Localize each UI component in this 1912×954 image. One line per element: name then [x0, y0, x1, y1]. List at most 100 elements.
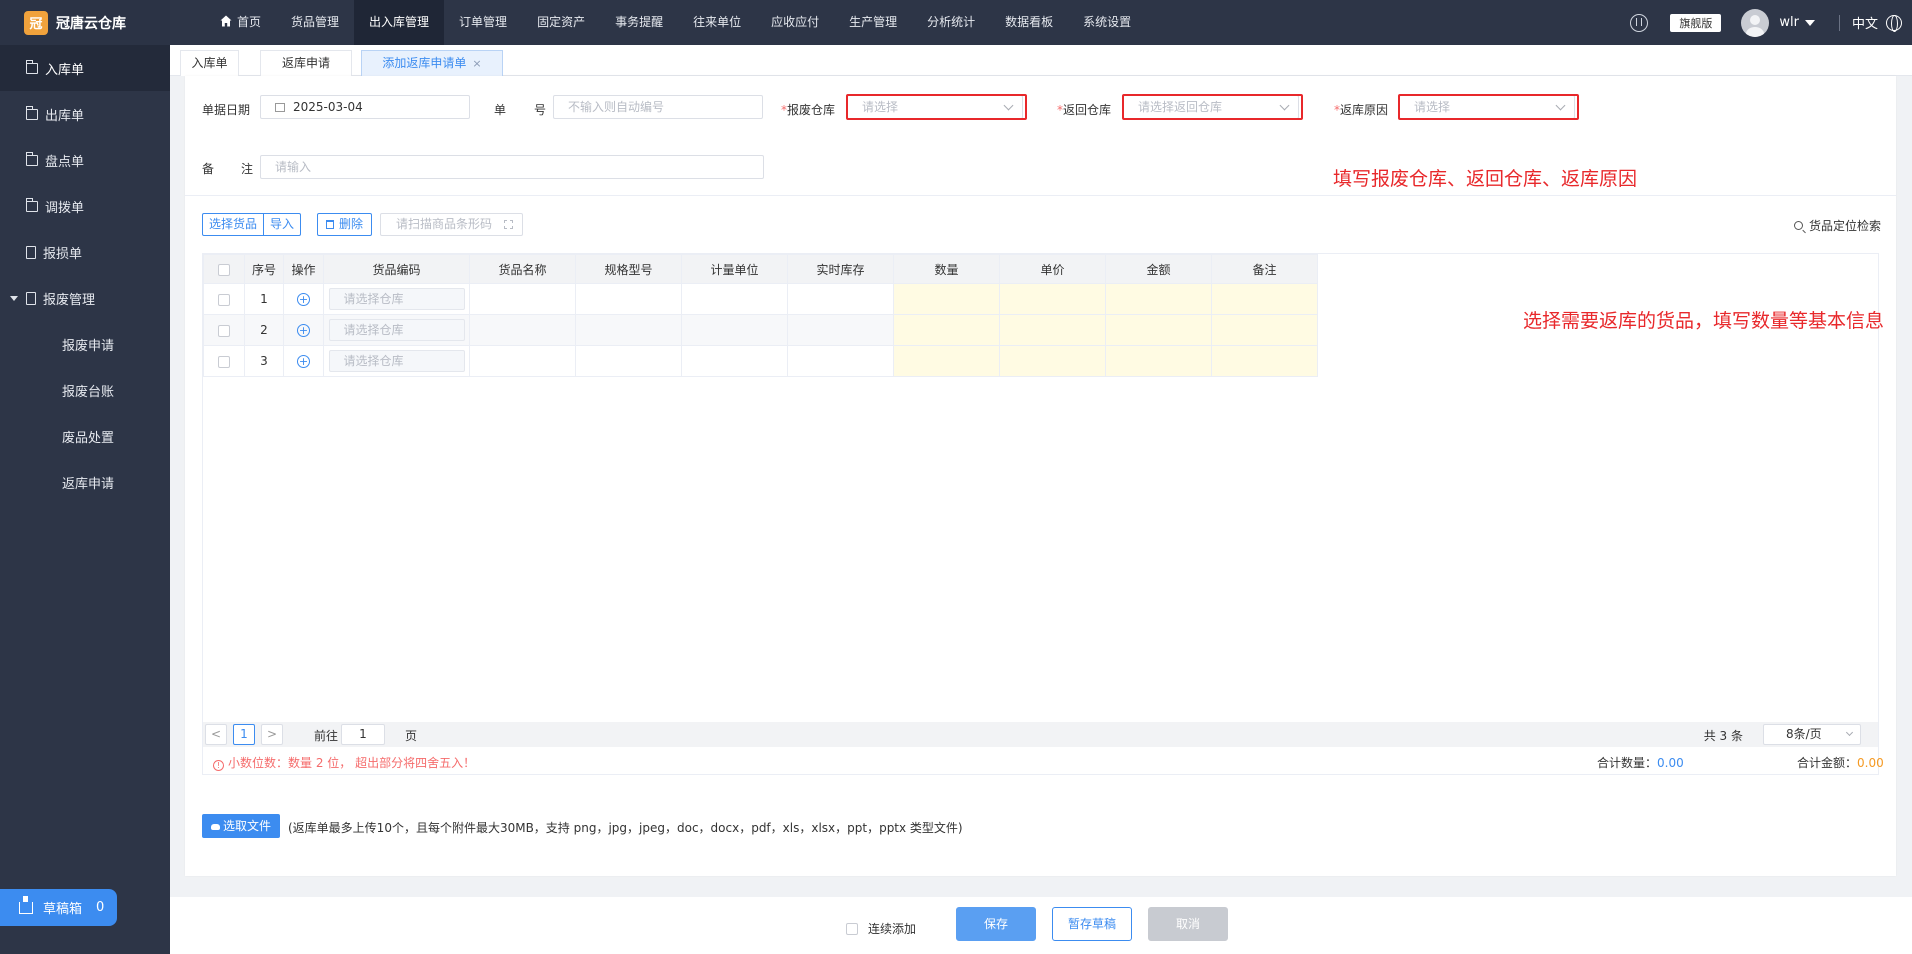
amount-cell[interactable]: [1105, 314, 1212, 346]
nav-partners[interactable]: 往来单位: [678, 0, 756, 45]
goto-label: 前往: [314, 729, 339, 743]
price-cell[interactable]: [999, 283, 1106, 315]
goods-code-input[interactable]: 请选择仓库: [328, 319, 465, 341]
nav-home[interactable]: 首页: [205, 0, 276, 45]
select-goods-button[interactable]: 选择货品: [203, 214, 263, 235]
spec-cell[interactable]: [575, 345, 682, 377]
quantity-cell[interactable]: [893, 345, 1000, 377]
username[interactable]: wlr: [1779, 15, 1799, 30]
upload-file-button[interactable]: 选取文件: [202, 814, 280, 838]
unit-cell[interactable]: [681, 283, 788, 315]
locate-goods-button[interactable]: 货品定位检索: [1793, 217, 1881, 234]
sidebar-item-outbound[interactable]: 出库单: [0, 91, 170, 137]
avatar[interactable]: [1741, 8, 1770, 37]
fullscreen-icon[interactable]: [504, 220, 513, 229]
save-button[interactable]: 保存: [956, 907, 1036, 941]
sidebar-item-transfer[interactable]: 调拨单: [0, 183, 170, 229]
row-number: 1: [244, 283, 284, 315]
quantity-cell[interactable]: [893, 314, 1000, 346]
page-size-select[interactable]: 8条/页: [1763, 724, 1861, 745]
nav-production[interactable]: 生产管理: [834, 0, 912, 45]
nav-orders[interactable]: 订单管理: [444, 0, 522, 45]
tab-inbound[interactable]: 入库单: [180, 50, 239, 76]
sidebar-item-scrap-request[interactable]: 报废申请: [0, 321, 170, 367]
prev-page-button[interactable]: <: [205, 724, 227, 745]
row-checkbox-cell: [203, 345, 245, 377]
continuous-add-checkbox[interactable]: 连续添加: [846, 920, 916, 937]
page-1-button[interactable]: 1: [233, 724, 255, 745]
delete-button[interactable]: 删除: [317, 213, 372, 236]
sidebar-item-label: 出库单: [45, 108, 85, 124]
price-cell[interactable]: [999, 314, 1106, 346]
checkbox[interactable]: [846, 922, 858, 935]
sidebar-item-return-request[interactable]: 返库申请: [0, 459, 170, 505]
spec-cell[interactable]: [575, 283, 682, 315]
sidebar-item-scrap-ledger[interactable]: 报废台账: [0, 367, 170, 413]
draft-box-label: 草稿箱: [43, 902, 83, 917]
add-row-icon[interactable]: +: [297, 324, 310, 337]
annotation-table: 选择需要返库的货品，填写数量等基本信息: [1523, 310, 1885, 332]
price-cell[interactable]: [999, 345, 1106, 377]
nav-inout[interactable]: 出入库管理: [354, 0, 445, 45]
nav-finance[interactable]: 应收应付: [756, 0, 834, 45]
nav-assets[interactable]: 固定资产: [522, 0, 600, 45]
nav-analytics[interactable]: 分析统计: [912, 0, 990, 45]
cancel-button[interactable]: 取消: [1148, 907, 1228, 941]
unit-cell[interactable]: [681, 314, 788, 346]
name-cell[interactable]: [469, 283, 576, 315]
remark-field[interactable]: 请输入: [260, 155, 764, 179]
delete-label: 删除: [338, 217, 363, 231]
sidebar-item-damage[interactable]: 报损单: [0, 229, 170, 275]
save-draft-button[interactable]: 暂存草稿: [1052, 907, 1132, 941]
app-logo[interactable]: 冠 冠唐云仓库: [0, 0, 170, 45]
sidebar-item-waste-disposal[interactable]: 废品处置: [0, 413, 170, 459]
quantity-cell[interactable]: [893, 283, 1000, 315]
globe-icon[interactable]: [1886, 14, 1902, 32]
nav-goods[interactable]: 货品管理: [276, 0, 354, 45]
date-field[interactable]: 2025-03-04: [260, 95, 470, 119]
summary-bar: ! 小数位数：数量 2 位， 超出部分将四舍五入！ 合计数量：0.00 合计金额：…: [202, 747, 1884, 775]
row-checkbox[interactable]: [218, 293, 230, 306]
code-cell: 请选择仓库: [323, 314, 470, 346]
divider: [1838, 14, 1840, 31]
remark-cell[interactable]: [1211, 314, 1318, 346]
draft-box-button[interactable]: 草稿箱 0: [0, 889, 117, 926]
row-checkbox[interactable]: [218, 355, 230, 368]
remark-cell[interactable]: [1211, 283, 1318, 315]
nav-dashboard[interactable]: 数据看板: [990, 0, 1068, 45]
unit-cell[interactable]: [681, 345, 788, 377]
select-all-checkbox[interactable]: [218, 263, 230, 276]
tab-return-request[interactable]: 返库申请: [260, 50, 352, 76]
name-cell[interactable]: [469, 345, 576, 377]
name-cell[interactable]: [469, 314, 576, 346]
chevron-down-icon[interactable]: [1804, 19, 1815, 26]
barcode-scan-input[interactable]: 请扫描商品条形码: [380, 213, 523, 236]
nav-reminders[interactable]: 事务提醒: [600, 0, 678, 45]
row-checkbox-cell: [203, 283, 245, 315]
sidebar-item-stocktake[interactable]: 盘点单: [0, 137, 170, 183]
add-row-icon[interactable]: +: [297, 355, 310, 368]
stock-cell: [787, 345, 894, 377]
amount-cell[interactable]: [1105, 345, 1212, 377]
tab-bar: 入库单 返库申请 添加返库申请单 ×: [170, 45, 1912, 76]
spec-cell[interactable]: [575, 314, 682, 346]
message-icon[interactable]: [1630, 13, 1649, 32]
goods-code-input[interactable]: 请选择仓库: [328, 350, 465, 372]
next-page-button[interactable]: >: [261, 724, 283, 745]
goods-code-input[interactable]: 请选择仓库: [328, 288, 465, 310]
total-count: 共 3 条: [1703, 729, 1743, 743]
close-icon[interactable]: ×: [472, 57, 481, 70]
column-header: 序号: [244, 254, 284, 284]
remark-cell[interactable]: [1211, 345, 1318, 377]
language-switch[interactable]: 中文: [1852, 13, 1878, 32]
number-field[interactable]: 不输入则自动编号: [553, 95, 763, 119]
nav-settings[interactable]: 系统设置: [1068, 0, 1146, 45]
add-row-icon[interactable]: +: [297, 293, 310, 306]
sidebar-item-inbound[interactable]: 入库单: [0, 45, 170, 91]
import-button[interactable]: 导入: [263, 214, 300, 235]
tab-add-return-request[interactable]: 添加返库申请单 ×: [361, 50, 503, 76]
row-checkbox[interactable]: [218, 324, 230, 337]
goto-page-input[interactable]: 1: [341, 724, 385, 745]
amount-cell[interactable]: [1105, 283, 1212, 315]
sidebar-item-scrap-management[interactable]: 报废管理: [0, 275, 170, 321]
